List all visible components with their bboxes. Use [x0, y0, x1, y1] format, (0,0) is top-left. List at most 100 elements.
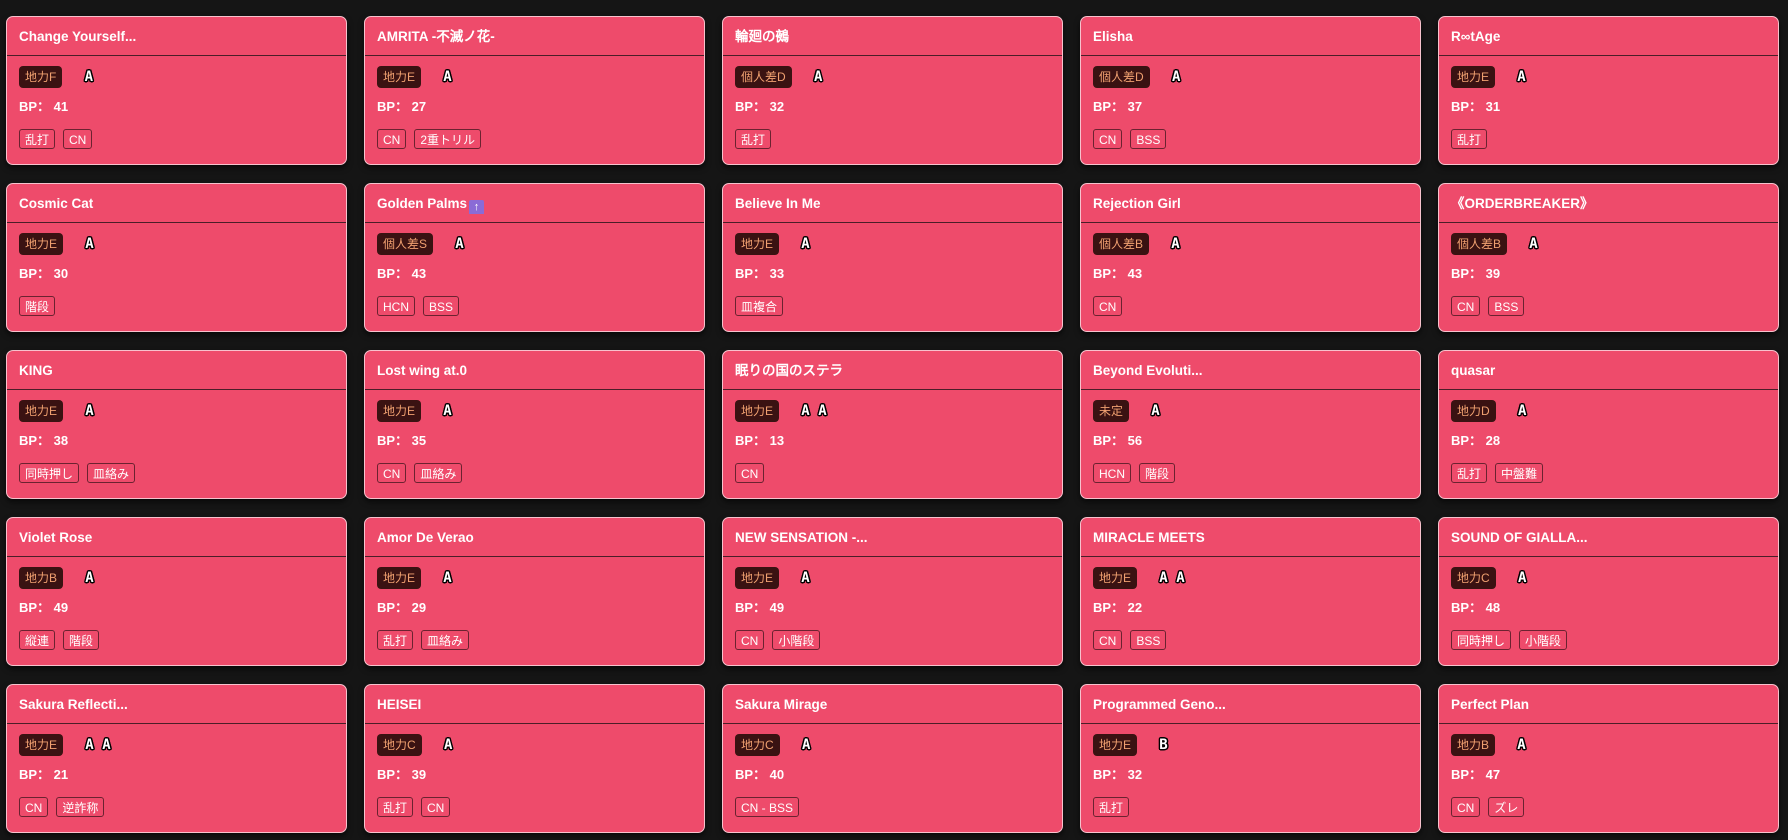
- tag-chip[interactable]: BSS: [423, 296, 460, 316]
- tag-chip[interactable]: 小階段: [1519, 630, 1568, 650]
- tag-chip[interactable]: CN: [421, 797, 451, 817]
- song-card[interactable]: Beyond Evoluti... 未定 A BP： 56 HCN 階段: [1080, 350, 1421, 499]
- difficulty-level-badge: 地力E: [1093, 734, 1138, 756]
- tag-chip[interactable]: CN: [63, 129, 93, 149]
- song-card[interactable]: 眠りの国のステラ 地力E AA BP： 13 CN: [722, 350, 1063, 499]
- tag-chip[interactable]: CN: [1093, 129, 1123, 149]
- tag-chip[interactable]: CN: [1451, 797, 1481, 817]
- tag-chip[interactable]: 同時押し: [1451, 630, 1512, 650]
- difficulty-level-badge: 地力E: [735, 400, 780, 422]
- tag-chip[interactable]: 乱打: [735, 129, 772, 149]
- song-card[interactable]: Rejection Girl 個人差B A BP： 43 CN: [1080, 183, 1421, 332]
- song-card[interactable]: Elisha 個人差D A BP： 37 CN BSS: [1080, 16, 1421, 165]
- tag-chip[interactable]: 皿絡み: [87, 463, 136, 483]
- tag-list: HCN 階段: [1093, 463, 1176, 483]
- difficulty-level-badge: 地力C: [735, 734, 780, 756]
- tag-chip[interactable]: ズレ: [1488, 797, 1525, 817]
- tag-chip[interactable]: CN: [1451, 296, 1481, 316]
- tag-list: 同時押し 小階段: [1451, 630, 1568, 650]
- tag-chip[interactable]: CN: [1093, 296, 1123, 316]
- tag-chip[interactable]: 階段: [1139, 463, 1176, 483]
- badge-row: 地力E A: [377, 567, 456, 589]
- tag-chip[interactable]: 中盤難: [1495, 463, 1544, 483]
- song-card[interactable]: NEW SENSATION -... 地力E A BP： 49 CN 小階段: [722, 517, 1063, 666]
- tag-chip[interactable]: 乱打: [1451, 463, 1488, 483]
- song-card[interactable]: Violet Rose 地力B A BP： 49 縦連 階段: [6, 517, 347, 666]
- tag-chip[interactable]: CN: [1093, 630, 1123, 650]
- bp-count: BP： 13: [735, 433, 784, 449]
- song-card[interactable]: KING 地力E A BP： 38 同時押し 皿絡み: [6, 350, 347, 499]
- song-title-text: KING: [19, 363, 53, 378]
- song-card[interactable]: Change Yourself... 地力F A BP： 41 乱打 CN: [6, 16, 347, 165]
- grade-letter: A: [102, 736, 111, 753]
- card-divider: [365, 723, 704, 724]
- song-card[interactable]: Sakura Mirage 地力C A BP： 40 CN - BSS: [722, 684, 1063, 833]
- song-card[interactable]: Lost wing at.0 地力E A BP： 35 CN 皿絡み: [364, 350, 705, 499]
- tag-chip[interactable]: HCN: [377, 296, 415, 316]
- tag-list: CN - BSS: [735, 797, 800, 817]
- song-card[interactable]: 輪廻の鵺 個人差D A BP： 32 乱打: [722, 16, 1063, 165]
- song-card[interactable]: quasar 地力D A BP： 28 乱打 中盤難: [1438, 350, 1779, 499]
- tag-chip[interactable]: 乱打: [1093, 797, 1130, 817]
- tag-chip[interactable]: 階段: [63, 630, 100, 650]
- tag-list: 乱打: [735, 129, 772, 149]
- grade-letter: A: [85, 402, 94, 419]
- tag-chip[interactable]: CN - BSS: [735, 797, 800, 817]
- tag-chip[interactable]: 乱打: [19, 129, 56, 149]
- up-arrow-icon: ↑: [469, 200, 485, 214]
- song-title: Cosmic Cat: [19, 194, 336, 214]
- tag-chip[interactable]: 乱打: [377, 797, 414, 817]
- song-card[interactable]: Golden Palms ↑ 個人差S A BP： 43 HCN BSS: [364, 183, 705, 332]
- tag-chip[interactable]: 小階段: [772, 630, 821, 650]
- tag-chip[interactable]: 逆詐称: [56, 797, 105, 817]
- tag-chip[interactable]: CN: [735, 630, 765, 650]
- tag-chip[interactable]: CN: [19, 797, 49, 817]
- song-card[interactable]: Sakura Reflecti... 地力E AA BP： 21 CN 逆詐称: [6, 684, 347, 833]
- song-card[interactable]: Cosmic Cat 地力E A BP： 30 階段: [6, 183, 347, 332]
- song-card[interactable]: Amor De Verao 地力E A BP： 29 乱打 皿絡み: [364, 517, 705, 666]
- tag-chip[interactable]: CN: [377, 129, 407, 149]
- badge-row: 地力C A: [735, 734, 815, 756]
- difficulty-level-badge: 地力E: [377, 66, 422, 88]
- tag-chip[interactable]: 皿絡み: [414, 463, 463, 483]
- tag-chip[interactable]: 2重トリル: [414, 129, 482, 149]
- tag-chip[interactable]: 皿複合: [735, 296, 784, 316]
- tag-chip[interactable]: 乱打: [377, 630, 414, 650]
- tag-chip[interactable]: 乱打: [1451, 129, 1488, 149]
- bp-count: BP： 29: [377, 600, 426, 616]
- song-card[interactable]: AMRITA -不滅ノ花- 地力E A BP： 27 CN 2重トリル: [364, 16, 705, 165]
- song-card[interactable]: Believe In Me 地力E A BP： 33 皿複合: [722, 183, 1063, 332]
- song-card[interactable]: Perfect Plan 地力B A BP： 47 CN ズレ: [1438, 684, 1779, 833]
- song-title-text: NEW SENSATION -...: [735, 530, 868, 545]
- tag-chip[interactable]: BSS: [1130, 129, 1167, 149]
- song-title-text: R∞tAge: [1451, 29, 1501, 44]
- song-card[interactable]: MIRACLE MEETS 地力E AA BP： 22 CN BSS: [1080, 517, 1421, 666]
- tag-chip[interactable]: 階段: [19, 296, 56, 316]
- song-title: Sakura Reflecti...: [19, 695, 336, 715]
- tag-chip[interactable]: BSS: [1130, 630, 1167, 650]
- card-divider: [1439, 389, 1778, 390]
- tag-chip[interactable]: CN: [377, 463, 407, 483]
- bp-label: BP：: [1093, 266, 1125, 281]
- tag-chip[interactable]: 縦連: [19, 630, 56, 650]
- tag-chip[interactable]: 同時押し: [19, 463, 80, 483]
- tag-chip[interactable]: HCN: [1093, 463, 1131, 483]
- grade-letter: A: [85, 569, 94, 586]
- song-card[interactable]: SOUND OF GIALLA... 地力C A BP： 48 同時押し 小階段: [1438, 517, 1779, 666]
- clear-grade-icon: B: [1155, 737, 1172, 753]
- clear-grade-icon: AA: [1155, 570, 1189, 586]
- bp-value: 37: [1124, 99, 1143, 114]
- song-title-text: Believe In Me: [735, 196, 821, 211]
- tag-chip[interactable]: CN: [735, 463, 765, 483]
- song-card[interactable]: 《ORDERBREAKER》 個人差B A BP： 39 CN BSS: [1438, 183, 1779, 332]
- clear-grade-icon: AA: [797, 403, 831, 419]
- clear-grade-icon: A: [80, 69, 97, 85]
- tag-chip[interactable]: BSS: [1488, 296, 1525, 316]
- bp-count: BP： 32: [1093, 767, 1142, 783]
- tag-chip[interactable]: 皿絡み: [421, 630, 470, 650]
- song-card[interactable]: HEISEI 地力C A BP： 39 乱打 CN: [364, 684, 705, 833]
- bp-value: 41: [50, 99, 69, 114]
- song-card[interactable]: Programmed Geno... 地力E B BP： 32 乱打: [1080, 684, 1421, 833]
- clear-grade-icon: A: [1168, 69, 1185, 85]
- song-card[interactable]: R∞tAge 地力E A BP： 31 乱打: [1438, 16, 1779, 165]
